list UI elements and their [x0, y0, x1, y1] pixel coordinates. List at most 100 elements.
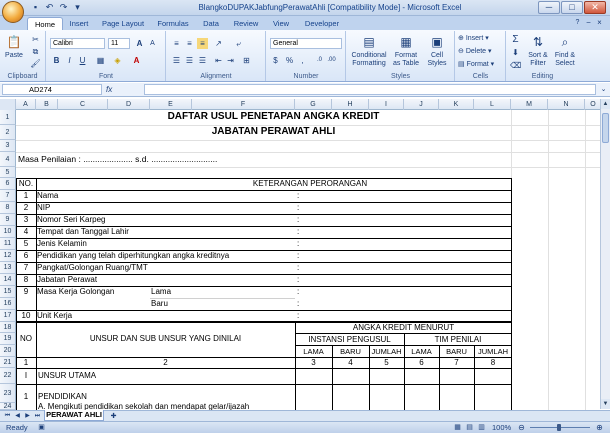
percent-button[interactable]: % [284, 55, 295, 66]
font-name-select[interactable]: Calibri [50, 38, 105, 49]
col-number[interactable]: 4 [332, 358, 369, 367]
unsur-header[interactable]: UNSUR DAN SUB UNSUR YANG DINILAI [36, 334, 295, 343]
sub-col-header[interactable]: JUMLAH [369, 347, 404, 356]
merge-center-icon[interactable]: ⊞ [241, 55, 252, 66]
row-header[interactable]: 11 [0, 238, 16, 250]
customize-qat-icon[interactable]: ▾ [72, 2, 83, 13]
item-no[interactable]: 5 [16, 239, 36, 248]
item-no[interactable]: 9 [16, 287, 36, 296]
delete-cells-button[interactable]: ⊖ Delete ▾ [458, 47, 492, 55]
zoom-in-icon[interactable]: ⊕ [594, 422, 605, 433]
column-header[interactable]: L [474, 99, 511, 110]
format-as-table-button[interactable]: ▦ Format as Table [392, 34, 420, 68]
sheet-title-1[interactable]: DAFTAR USUL PENETAPAN ANGKA KREDIT [36, 111, 511, 122]
tab-review[interactable]: Review [229, 17, 263, 30]
colon[interactable]: : [297, 215, 299, 224]
colon[interactable]: : [297, 227, 299, 236]
paste-button[interactable]: 📋 Paste [2, 34, 26, 60]
ribbon-minimize-icon[interactable]: − [583, 17, 594, 28]
row-header[interactable]: 9 [0, 214, 16, 226]
colon[interactable]: : [297, 299, 299, 308]
clear-icon[interactable]: ⌫ [510, 60, 521, 71]
wrap-text-icon[interactable]: ⤶ [233, 38, 244, 49]
number-format-select[interactable]: General [270, 38, 342, 49]
colon[interactable]: : [297, 191, 299, 200]
column-header[interactable]: J [404, 99, 439, 110]
row-header[interactable]: 8 [0, 202, 16, 214]
increase-decimal-icon[interactable]: .0 [314, 55, 325, 66]
sub-col-header[interactable]: LAMA [295, 347, 332, 356]
row-header[interactable]: 13 [0, 262, 16, 274]
tab-insert[interactable]: Insert [65, 17, 93, 30]
zoom-out-icon[interactable]: ⊖ [516, 422, 527, 433]
italic-button[interactable]: I [64, 55, 75, 66]
insert-cells-button[interactable]: ⊕ Insert ▾ [458, 34, 489, 42]
copy-icon[interactable]: ⧉ [30, 46, 41, 57]
masa-kerja-lama[interactable]: Lama [151, 287, 171, 296]
instansi-header[interactable]: INSTANSI PENGUSUL [295, 335, 404, 344]
item-label[interactable]: Pangkat/Golongan Ruang/TMT [37, 263, 148, 272]
format-painter-icon[interactable]: 🖌 [30, 58, 41, 69]
masa-penilaian[interactable]: Masa Penilaian : ..................... s… [18, 154, 217, 164]
row-header[interactable]: 7 [0, 190, 16, 202]
no-header[interactable]: NO [16, 334, 36, 343]
macro-record-icon[interactable]: ▣ [36, 422, 47, 433]
item-label[interactable]: Masa Kerja Golongan [37, 287, 114, 296]
find-select-button[interactable]: ⌕ Find & Select [552, 34, 578, 68]
redo-icon[interactable]: ↷ [58, 2, 69, 13]
save-icon[interactable]: ▪ [30, 2, 41, 13]
colon[interactable]: : [297, 239, 299, 248]
increase-indent-icon[interactable]: ⇥ [225, 55, 236, 66]
item-label[interactable]: Tempat dan Tanggal Lahir [37, 227, 129, 236]
unsur-no[interactable]: I [16, 371, 36, 380]
align-top-icon[interactable]: ≡ [171, 38, 182, 49]
maximize-button[interactable]: □ [561, 1, 583, 14]
tab-data[interactable]: Data [197, 17, 225, 30]
colon[interactable]: : [297, 287, 299, 296]
item-no[interactable]: 8 [16, 275, 36, 284]
item-no[interactable]: 3 [16, 215, 36, 224]
sub-col-header[interactable]: LAMA [404, 347, 439, 356]
row-header[interactable]: 16 [0, 298, 16, 310]
fill-color-icon[interactable]: ◈ [112, 55, 123, 66]
item-label[interactable]: Nomor Seri Karpeg [37, 215, 105, 224]
colon[interactable]: : [297, 251, 299, 260]
scroll-down-icon[interactable]: ▼ [601, 399, 610, 409]
zoom-level[interactable]: 100% [492, 423, 511, 432]
item-label[interactable]: Jenis Kelamin [37, 239, 87, 248]
currency-button[interactable]: $ [270, 55, 281, 66]
colon[interactable]: : [297, 203, 299, 212]
ribbon-close-icon[interactable]: × [594, 17, 605, 28]
col-number[interactable]: 2 [36, 358, 295, 367]
insert-function-button[interactable]: fx [106, 84, 140, 96]
formula-input[interactable] [144, 84, 596, 95]
zoom-slider-thumb[interactable] [557, 424, 561, 431]
col-number[interactable]: 7 [439, 358, 474, 367]
page-break-view-icon[interactable]: ▥ [476, 422, 487, 433]
sub-col-header[interactable]: BARU [332, 347, 369, 356]
tab-developer[interactable]: Developer [299, 17, 345, 30]
row-header[interactable]: 4 [0, 152, 16, 167]
item-label[interactable]: NIP [37, 203, 50, 212]
column-header[interactable]: F [192, 99, 295, 110]
font-size-select[interactable]: 11 [108, 38, 130, 49]
item-no[interactable]: 1 [16, 191, 36, 200]
row-header[interactable]: 20 [0, 345, 16, 357]
column-header[interactable]: C [58, 99, 108, 110]
row-header[interactable]: 21 [0, 357, 16, 368]
item-label[interactable]: Nama [37, 191, 58, 200]
cut-icon[interactable]: ✂ [30, 34, 41, 45]
sort-filter-button[interactable]: ⇅ Sort & Filter [525, 34, 551, 68]
row-header[interactable]: 24 [0, 403, 16, 410]
tab-view[interactable]: View [267, 17, 295, 30]
row-header[interactable]: 1 [0, 110, 16, 125]
colon[interactable]: : [297, 275, 299, 284]
expand-formula-icon[interactable]: ⌄ [598, 84, 609, 95]
fill-icon[interactable]: ⬇ [510, 47, 521, 58]
item-no[interactable]: 4 [16, 227, 36, 236]
column-header[interactable]: K [439, 99, 474, 110]
vertical-scrollbar[interactable]: ▲ ▼ [600, 99, 610, 409]
keterangan-header[interactable]: KETERANGAN PERORANGAN [150, 179, 470, 188]
help-icon[interactable]: ? [572, 17, 583, 28]
align-bottom-icon[interactable]: ≡ [197, 38, 208, 49]
